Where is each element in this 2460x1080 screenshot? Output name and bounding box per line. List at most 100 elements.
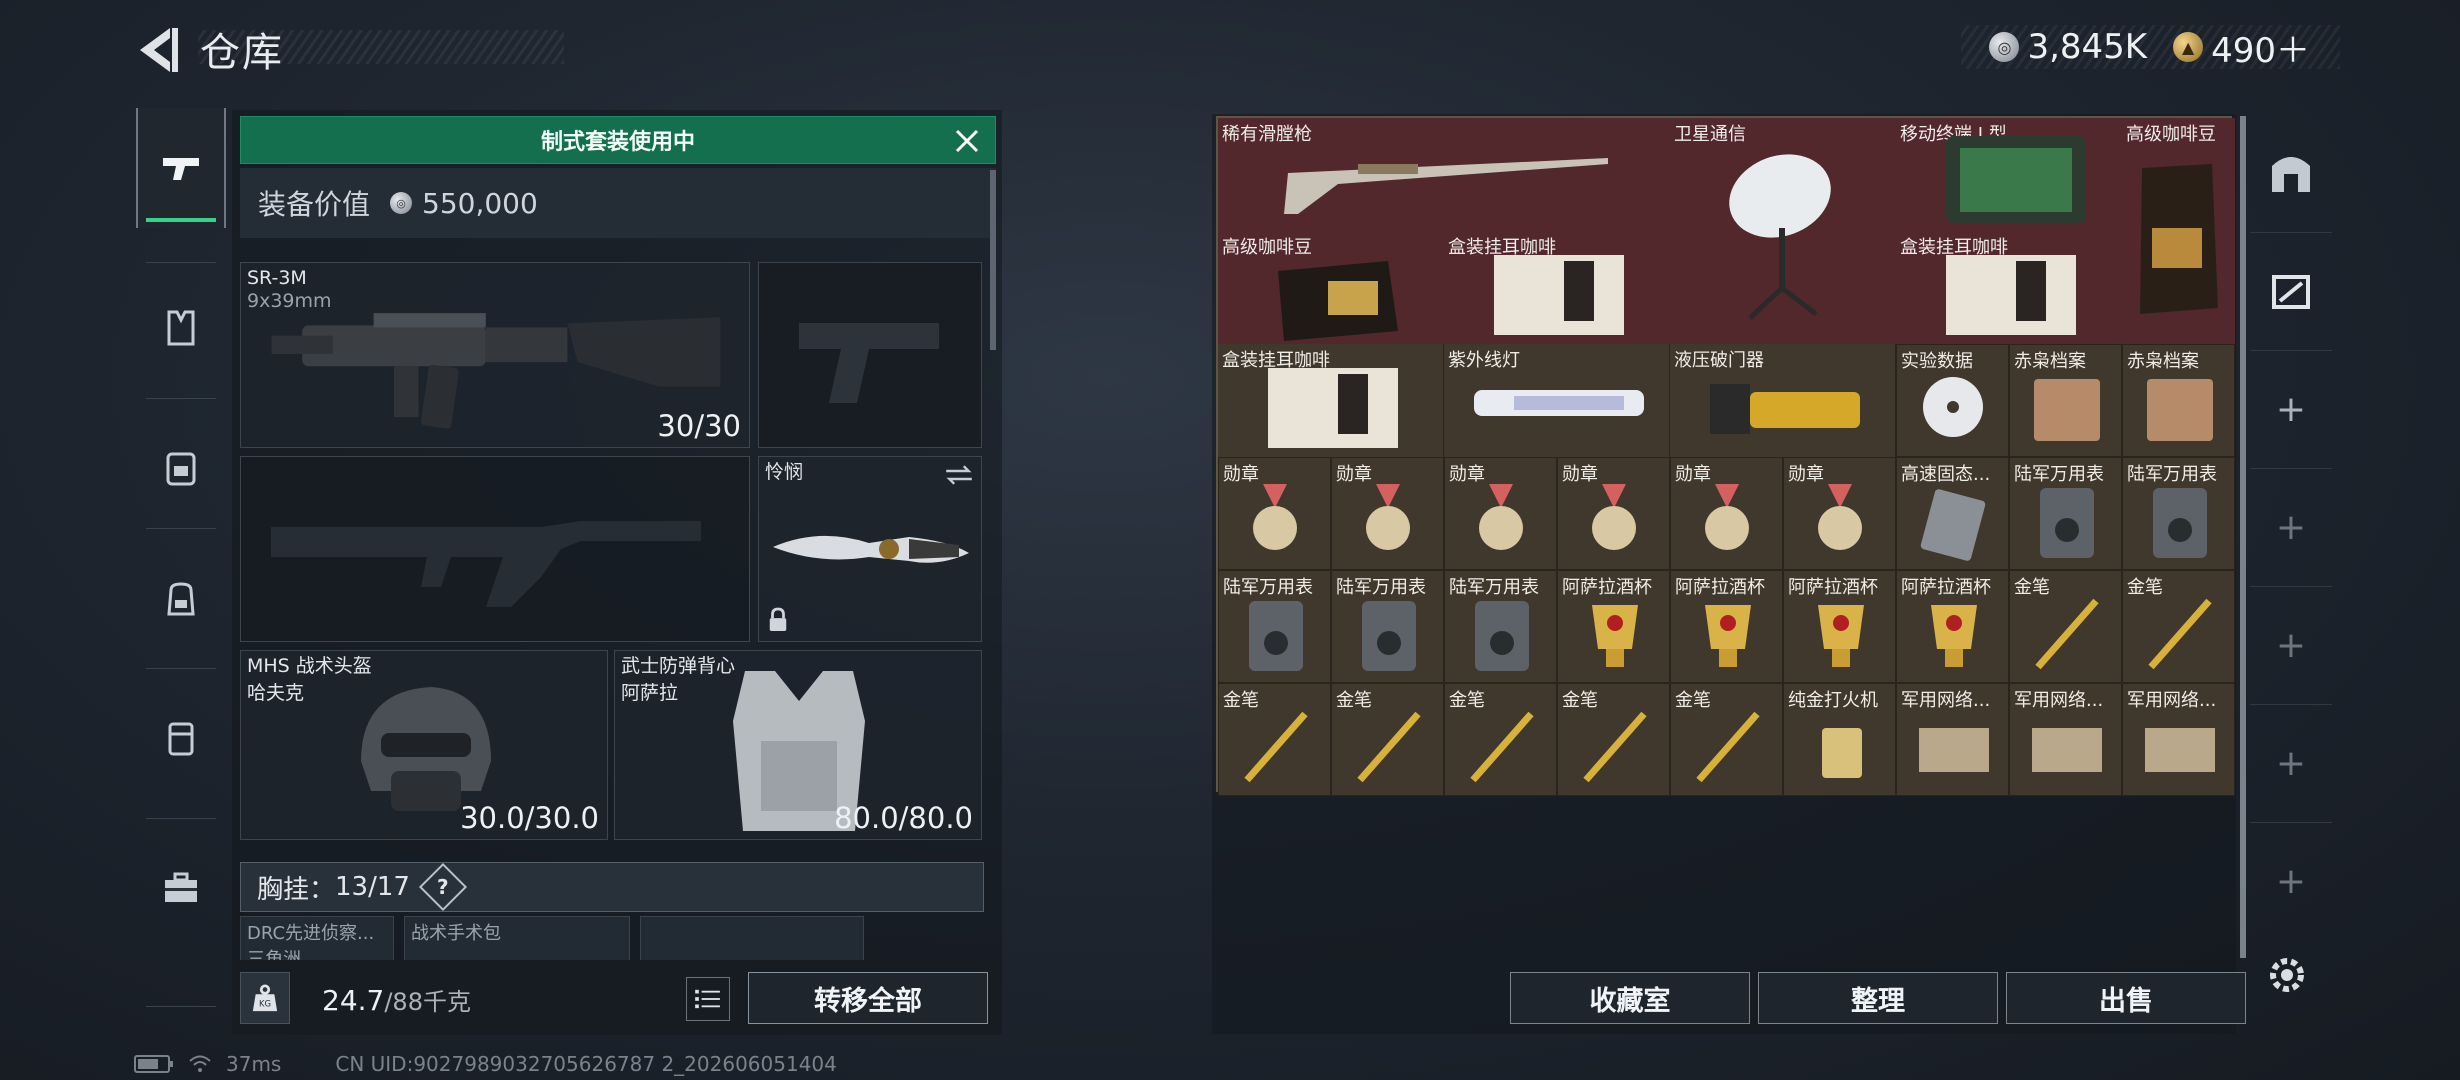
chest-rig-sub-slot[interactable] [640, 916, 864, 962]
item-musket[interactable]: 稀有滑膛枪 [1218, 118, 1670, 231]
add-stash-tab-button[interactable]: + [2250, 468, 2332, 586]
transfer-all-button[interactable]: 转移全部 [748, 972, 988, 1024]
sell-button[interactable]: 出售 [2006, 972, 2246, 1024]
item-boxed-coffee[interactable]: 盒装挂耳咖啡 [1218, 344, 1444, 457]
add-stash-tab-button[interactable]: + [2250, 704, 2332, 822]
coffee-bag-image [2140, 164, 2218, 314]
item-hydraulic-breacher[interactable]: 液压破门器 [1670, 344, 1896, 457]
medal-image [1253, 484, 1297, 550]
melee-slot[interactable]: 怜悯 [758, 456, 982, 642]
helmet-slot[interactable]: MHS 战术头盔 哈夫克 30.0/30.0 [240, 650, 608, 840]
stash-grid: 稀有滑膛枪 卫星通信 移动终端 I 型 高级咖啡豆 高级咖啡豆 盒装挂耳咖啡 盒… [1216, 116, 2235, 796]
chest-rig-sub-slot[interactable]: DRC先进侦察... 三角洲 [240, 916, 394, 962]
gold-pen-image [1470, 711, 1534, 783]
stash-scrollbar[interactable] [2240, 116, 2246, 958]
lighter-image [1822, 728, 1862, 778]
item-medal[interactable]: 勋章 [1783, 457, 1896, 570]
network-module-image [2032, 728, 2102, 772]
item-asala-goblet[interactable]: 阿萨拉酒杯 [1557, 570, 1670, 683]
kit-status-text: 制式套装使用中 [540, 130, 695, 155]
back-button[interactable] [130, 22, 186, 78]
backpack-icon [167, 582, 195, 616]
item-gold-lighter[interactable]: 纯金打火机 [1783, 683, 1896, 796]
item-gold-pen[interactable]: 金笔 [1557, 683, 1670, 796]
item-premium-coffee[interactable]: 高级咖啡豆 [1218, 231, 1444, 344]
goblet-image [1818, 605, 1864, 667]
list-view-button[interactable] [686, 977, 730, 1021]
item-experiment-data[interactable]: 实验数据 [1896, 344, 2009, 457]
item-military-network[interactable]: 军用网络... [2009, 683, 2122, 796]
item-satellite-comm[interactable]: 卫星通信 [1670, 118, 1896, 344]
weight-max: /88千克 [384, 988, 471, 1016]
item-gold-pen[interactable]: 金笔 [2122, 570, 2235, 683]
item-army-multimeter[interactable]: 陆军万用表 [1218, 570, 1331, 683]
item-asala-goblet[interactable]: 阿萨拉酒杯 [1896, 570, 2009, 683]
gold-pen-image [2148, 598, 2212, 670]
stash-tab-main[interactable] [2250, 114, 2332, 232]
item-gold-pen[interactable]: 金笔 [2009, 570, 2122, 683]
item-army-multimeter[interactable]: 陆军万用表 [1331, 570, 1444, 683]
toolbox-icon [165, 872, 197, 902]
item-owl-dossier[interactable]: 赤枭档案 [2009, 344, 2122, 457]
item-army-multimeter[interactable]: 陆军万用表 [2122, 457, 2235, 570]
item-medal[interactable]: 勋章 [1218, 457, 1331, 570]
sidebar-item-pouch[interactable] [136, 678, 226, 798]
gold-balance[interactable]: 490＋ [2211, 23, 2310, 72]
sidebar-item-backpack[interactable] [136, 538, 226, 658]
item-gold-pen[interactable]: 金笔 [1218, 683, 1331, 796]
knife-image [773, 535, 969, 563]
secondary-weapon-slot[interactable] [240, 456, 750, 642]
item-medal[interactable]: 勋章 [1331, 457, 1444, 570]
item-gold-pen[interactable]: 金笔 [1331, 683, 1444, 796]
chest-rig-sub-slot[interactable]: 战术手术包 [404, 916, 630, 962]
data-disc-image [1923, 377, 1983, 437]
equipment-value: 550,000 [422, 186, 538, 220]
collection-room-button[interactable]: 收藏室 [1510, 972, 1750, 1024]
close-icon[interactable] [949, 123, 985, 159]
loadout-scrollbar[interactable] [990, 170, 996, 350]
gear-icon[interactable] [2262, 950, 2312, 1000]
add-stash-tab-button[interactable]: + [2250, 350, 2332, 468]
item-army-multimeter[interactable]: 陆军万用表 [1444, 570, 1557, 683]
sidearm-slot[interactable] [758, 262, 982, 448]
multimeter-image [2153, 488, 2207, 558]
pistol-silhouette-icon [799, 323, 939, 403]
item-gold-pen[interactable]: 金笔 [1670, 683, 1783, 796]
sidebar-item-armor[interactable] [136, 268, 226, 388]
item-uv-lamp[interactable]: 紫外线灯 [1444, 344, 1670, 457]
item-military-network[interactable]: 军用网络... [1896, 683, 2009, 796]
item-mobile-terminal[interactable]: 移动终端 I 型 [1896, 118, 2122, 231]
add-stash-tab-button[interactable]: + [2250, 822, 2332, 940]
gold-pen-image [1357, 711, 1421, 783]
ping-readout: 37ms [226, 1052, 282, 1076]
item-asala-goblet[interactable]: 阿萨拉酒杯 [1783, 570, 1896, 683]
sidebar-item-weapons[interactable] [136, 108, 226, 228]
body-armor-slot[interactable]: 武士防弹背心 阿萨拉 80.0/80.0 [614, 650, 982, 840]
sidebar-item-toolbox[interactable] [136, 828, 226, 948]
battery-icon [134, 1055, 173, 1073]
item-gold-pen[interactable]: 金笔 [1444, 683, 1557, 796]
item-medal[interactable]: 勋章 [1444, 457, 1557, 570]
item-premium-coffee[interactable]: 高级咖啡豆 [2122, 118, 2235, 344]
item-boxed-coffee[interactable]: 盒装挂耳咖啡 [1444, 231, 1670, 344]
help-icon[interactable]: ? [418, 862, 467, 912]
weight-button[interactable]: KG [240, 972, 290, 1024]
item-military-network[interactable]: 军用网络... [2122, 683, 2235, 796]
item-medal[interactable]: 勋章 [1557, 457, 1670, 570]
primary-weapon-slot[interactable]: SR-3M 9x39mm 30/30 [240, 262, 750, 448]
chest-rig-bar[interactable]: 胸挂： 13/17 ? [240, 862, 984, 912]
sidebar-item-chest-rig[interactable] [136, 408, 226, 528]
item-owl-dossier[interactable]: 赤枭档案 [2122, 344, 2235, 457]
chest-rig-count: 13/17 [335, 872, 410, 902]
item-ssd[interactable]: 高速固态... [1896, 457, 2009, 570]
gold-pen-image [2035, 598, 2099, 670]
item-boxed-coffee[interactable]: 盒装挂耳咖啡 [1896, 231, 2122, 344]
add-stash-tab-button[interactable]: + [2250, 586, 2332, 704]
stash-tab-secondary[interactable] [2250, 232, 2332, 350]
sort-button[interactable]: 整理 [1758, 972, 1998, 1024]
item-army-multimeter[interactable]: 陆军万用表 [2009, 457, 2122, 570]
item-asala-goblet[interactable]: 阿萨拉酒杯 [1670, 570, 1783, 683]
item-medal[interactable]: 勋章 [1670, 457, 1783, 570]
goblet-image [1592, 605, 1638, 667]
coffee-box-image [1946, 255, 2076, 335]
